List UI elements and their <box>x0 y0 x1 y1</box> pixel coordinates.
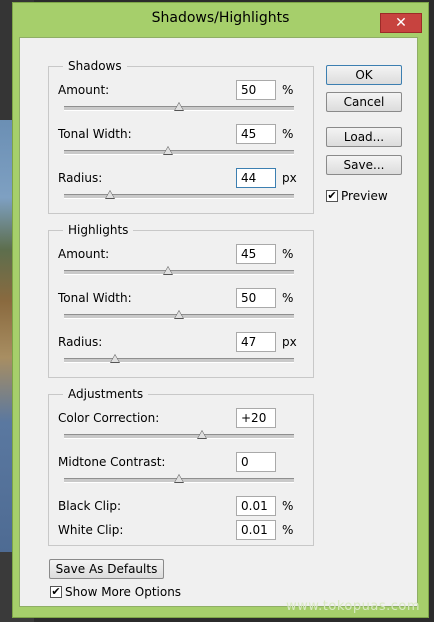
load-button[interactable]: Load... <box>326 127 402 147</box>
highlights-amount-slider-track[interactable] <box>64 270 294 275</box>
shadows-radius-input[interactable]: 44 <box>236 168 276 188</box>
color-correction-input[interactable]: +20 <box>236 408 276 428</box>
shadows-radius-unit: px <box>282 171 297 185</box>
shadows-tonal-width-input[interactable]: 45 <box>236 124 276 144</box>
window-title: Shadows/Highlights <box>151 10 290 26</box>
highlights-tonal-width-slider-thumb[interactable] <box>174 310 184 319</box>
highlights-radius-slider-track[interactable] <box>64 358 294 363</box>
highlights-amount-label: Amount: <box>58 247 110 261</box>
black-clip-unit: % <box>282 499 294 513</box>
shadows-title: Shadows <box>63 58 127 74</box>
highlights-amount-input[interactable]: 45 <box>236 244 276 264</box>
midtone-contrast-slider-thumb[interactable] <box>174 474 184 483</box>
watermark-text: www.tokopuas.com <box>285 599 420 614</box>
shadows-tonal-width-slider-track[interactable] <box>64 150 294 155</box>
shadows-group: Shadows Amount: 50 % Tonal Width: 45 % R… <box>48 58 314 214</box>
title-bar[interactable]: Shadows/Highlights ✕ <box>13 3 428 33</box>
highlights-radius-input[interactable]: 47 <box>236 332 276 352</box>
dialog-body: Shadows Amount: 50 % Tonal Width: 45 % R… <box>19 37 418 607</box>
highlights-group: Highlights Amount: 45 % Tonal Width: 50 … <box>48 222 314 378</box>
show-more-options-checkbox[interactable]: ✔ <box>50 586 62 598</box>
highlights-tonal-width-input[interactable]: 50 <box>236 288 276 308</box>
white-clip-input[interactable]: 0.01 <box>236 520 276 540</box>
shadows-amount-slider-thumb[interactable] <box>174 102 184 111</box>
color-correction-label: Color Correction: <box>58 411 160 425</box>
highlights-tonal-width-label: Tonal Width: <box>58 291 132 305</box>
adjustments-title: Adjustments <box>63 386 149 402</box>
cancel-button[interactable]: Cancel <box>326 92 402 112</box>
shadows-radius-slider-track[interactable] <box>64 194 294 199</box>
ok-button[interactable]: OK <box>326 65 402 85</box>
shadows-amount-unit: % <box>282 83 294 97</box>
show-more-options-label: Show More Options <box>65 585 182 599</box>
shadows-radius-label: Radius: <box>58 171 103 185</box>
color-correction-slider-thumb[interactable] <box>197 430 207 439</box>
midtone-contrast-label: Midtone Contrast: <box>58 455 166 469</box>
preview-checkbox[interactable]: ✔ <box>326 190 338 202</box>
shadows-tonal-width-slider-thumb[interactable] <box>162 146 173 155</box>
shadows-tonal-width-label: Tonal Width: <box>58 127 132 141</box>
shadows-amount-label: Amount: <box>58 83 110 97</box>
white-clip-unit: % <box>282 523 294 537</box>
shadows-highlights-dialog: Shadows/Highlights ✕ Shadows Amount: 50 … <box>12 2 429 618</box>
shadows-tonal-width-unit: % <box>282 127 294 141</box>
save-as-defaults-button[interactable]: Save As Defaults <box>49 559 164 579</box>
black-clip-label: Black Clip: <box>58 499 121 513</box>
highlights-radius-unit: px <box>282 335 297 349</box>
color-correction-slider-track[interactable] <box>64 434 294 439</box>
highlights-amount-unit: % <box>282 247 294 261</box>
highlights-title: Highlights <box>63 222 134 238</box>
preview-label: Preview <box>341 189 388 203</box>
shadows-amount-input[interactable]: 50 <box>236 80 276 100</box>
highlights-radius-slider-thumb[interactable] <box>109 354 120 363</box>
highlights-amount-slider-thumb[interactable] <box>162 266 173 275</box>
black-clip-input[interactable]: 0.01 <box>236 496 276 516</box>
midtone-contrast-input[interactable]: 0 <box>236 452 276 472</box>
shadows-radius-slider-thumb[interactable] <box>105 190 115 199</box>
adjustments-group: Adjustments Color Correction: +20 Midton… <box>48 386 314 546</box>
highlights-radius-label: Radius: <box>58 335 103 349</box>
save-button[interactable]: Save... <box>326 155 402 175</box>
white-clip-label: White Clip: <box>58 523 124 537</box>
highlights-tonal-width-unit: % <box>282 291 294 305</box>
close-button[interactable]: ✕ <box>380 13 422 33</box>
